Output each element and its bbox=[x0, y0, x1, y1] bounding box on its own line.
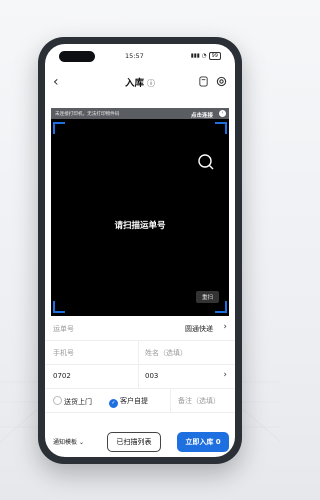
delivery-radio[interactable]: 送货上门 bbox=[53, 396, 92, 407]
options-row: 送货上门 ✓ 客户自提 备注（选填） bbox=[45, 388, 235, 413]
arrow-right-icon: › bbox=[219, 110, 226, 117]
status-bar: 15:57 ▮▮▮ ◔ 99 bbox=[45, 44, 235, 66]
pickup-label: 客户自提 bbox=[120, 397, 148, 405]
dynamic-island bbox=[59, 51, 95, 62]
chevron-right-icon[interactable]: › bbox=[223, 370, 227, 380]
battery-icon: 99 bbox=[208, 52, 221, 60]
rescan-button[interactable]: 重扫 bbox=[195, 291, 219, 303]
scan-corner bbox=[53, 122, 65, 134]
phone-frame: 15:57 ▮▮▮ ◔ 99 ‹ 入库 ⓘ 未连接打印机，无法打印物件码 点击连… bbox=[38, 37, 242, 464]
printer-icon[interactable] bbox=[198, 76, 209, 87]
pickup-code-field[interactable]: 003 bbox=[145, 372, 158, 380]
scan-prompt: 请扫描运单号 bbox=[114, 221, 166, 231]
courier-select[interactable]: 圆通快递 bbox=[185, 324, 213, 334]
code-row: 0702 003 › bbox=[45, 364, 235, 389]
pickup-radio[interactable]: ✓ 客户自提 bbox=[109, 396, 148, 408]
info-icon[interactable]: ⓘ bbox=[147, 79, 155, 88]
divider bbox=[138, 340, 139, 364]
template-label: 通知模板 bbox=[53, 439, 78, 446]
scan-corner bbox=[215, 122, 227, 134]
waybill-input[interactable]: 运单号 bbox=[53, 324, 74, 334]
radio-unchecked-icon bbox=[53, 396, 62, 405]
phone-input[interactable]: 手机号 bbox=[53, 348, 74, 358]
divider bbox=[138, 364, 139, 388]
search-icon[interactable] bbox=[197, 153, 215, 171]
inbound-count: 0 bbox=[215, 438, 221, 446]
bottom-action-bar: 通知模板 ⌄ 已扫描列表 立即入库 0 bbox=[45, 427, 235, 457]
delivery-label: 送货上门 bbox=[64, 398, 92, 406]
contact-row: 手机号 姓名（选填） bbox=[45, 340, 235, 365]
wifi-icon: ◔ bbox=[201, 53, 207, 59]
radio-checked-icon: ✓ bbox=[109, 399, 118, 408]
confirm-inbound-button[interactable]: 立即入库 0 bbox=[177, 432, 229, 452]
page-title-text: 入库 bbox=[124, 78, 144, 89]
scan-corner bbox=[53, 301, 65, 313]
waybill-row[interactable]: 运单号 圆通快递 › bbox=[45, 316, 235, 341]
nav-bar: ‹ 入库 ⓘ bbox=[45, 72, 235, 94]
signal-icon: ▮▮▮ bbox=[190, 53, 200, 59]
name-input[interactable]: 姓名（选填） bbox=[145, 348, 187, 358]
printer-connect-banner[interactable]: 未连接打印机，无法打印物件码 点击连接 › bbox=[51, 108, 229, 119]
chevron-down-icon: ⌄ bbox=[78, 439, 84, 446]
printer-message: 未连接打印机，无法打印物件码 bbox=[55, 112, 120, 117]
phone-screen: 15:57 ▮▮▮ ◔ 99 ‹ 入库 ⓘ 未连接打印机，无法打印物件码 点击连… bbox=[45, 44, 235, 457]
chevron-right-icon[interactable]: › bbox=[223, 322, 227, 332]
connect-link[interactable]: 点击连接 bbox=[191, 111, 213, 119]
status-time: 15:57 bbox=[125, 52, 144, 60]
phone-value-field[interactable]: 0702 bbox=[53, 372, 71, 380]
scanner-viewport[interactable]: 请扫描运单号 重扫 bbox=[51, 119, 229, 316]
template-dropdown[interactable]: 通知模板 ⌄ bbox=[53, 437, 84, 446]
confirm-label: 立即入库 bbox=[185, 438, 214, 446]
settings-icon[interactable] bbox=[216, 76, 227, 87]
status-icons: ▮▮▮ ◔ 99 bbox=[191, 52, 221, 60]
divider bbox=[170, 388, 171, 412]
remark-input[interactable]: 备注（选填） bbox=[178, 396, 220, 406]
scan-list-button[interactable]: 已扫描列表 bbox=[107, 432, 161, 452]
